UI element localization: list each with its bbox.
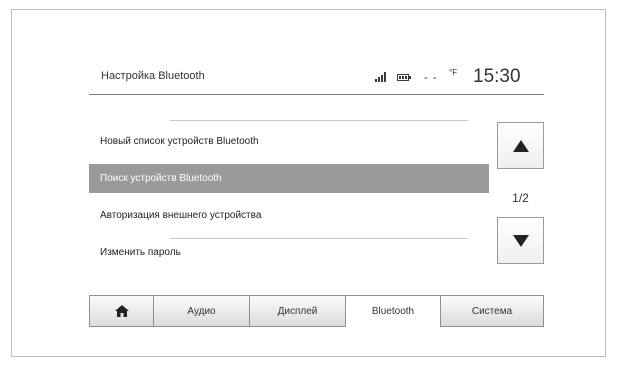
tab-display[interactable]: Дисплей xyxy=(249,295,345,327)
list-item-label: Изменить пароль xyxy=(100,247,181,258)
list-item-label: Поиск устройств Bluetooth xyxy=(100,173,222,184)
list-item-change-password[interactable]: Изменить пароль xyxy=(89,238,489,267)
settings-list: Новый список устройств Bluetooth Поиск у… xyxy=(89,110,489,275)
tab-label: Дисплей xyxy=(277,305,318,317)
list-item-label: Новый список устройств Bluetooth xyxy=(100,136,259,147)
bottom-tab-bar: Аудио Дисплей Bluetooth Система xyxy=(89,295,544,327)
triangle-up-icon xyxy=(513,140,529,152)
temperature-value: - - xyxy=(424,72,438,84)
list-divider xyxy=(170,238,468,239)
tab-audio[interactable]: Аудио xyxy=(153,295,249,327)
page-indicator: 1/2 xyxy=(512,191,529,205)
clock: 15:30 xyxy=(473,66,521,87)
home-icon xyxy=(114,305,129,317)
temperature-unit: °F xyxy=(449,68,458,77)
list-item-new-device-list[interactable]: Новый список устройств Bluetooth xyxy=(89,127,489,156)
tab-label: Система xyxy=(471,305,513,317)
tab-label: Bluetooth xyxy=(371,306,415,317)
signal-strength-icon xyxy=(375,72,391,82)
list-item-search-devices[interactable]: Поиск устройств Bluetooth xyxy=(89,164,489,193)
page-title: Настройка Bluetooth xyxy=(101,70,205,82)
battery-icon xyxy=(397,74,411,81)
tab-label: Аудио xyxy=(187,305,216,317)
scroll-up-button[interactable] xyxy=(497,122,544,169)
list-item-authorize-device[interactable]: Авторизация внешнего устройства xyxy=(89,201,489,230)
bluetooth-settings-screen: Настройка Bluetooth - - °F 15:30 Новый с… xyxy=(89,62,544,332)
header-bar: Настройка Bluetooth - - °F 15:30 xyxy=(89,62,544,95)
scroll-down-button[interactable] xyxy=(497,217,544,264)
triangle-down-icon xyxy=(513,235,529,247)
tab-bluetooth[interactable]: Bluetooth xyxy=(345,295,440,327)
tab-system[interactable]: Система xyxy=(440,295,544,327)
list-item-label: Авторизация внешнего устройства xyxy=(100,210,262,221)
tab-home[interactable] xyxy=(89,295,153,327)
